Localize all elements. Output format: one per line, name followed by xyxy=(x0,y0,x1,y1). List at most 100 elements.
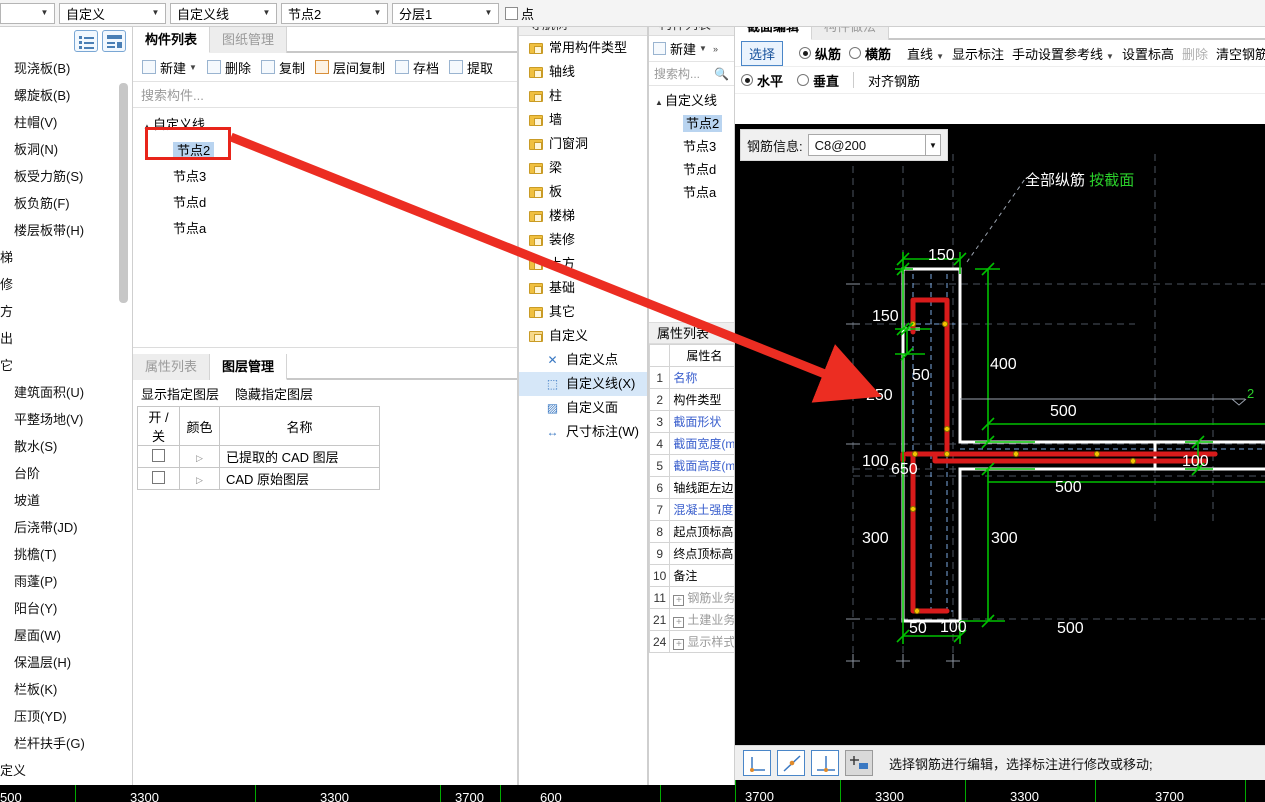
tree-item-node2[interactable]: 节点2 xyxy=(133,138,517,164)
chevron-down-icon[interactable]: ▼ xyxy=(936,52,944,61)
sidebar-item-6[interactable]: 楼层板带(H) xyxy=(0,217,132,244)
sidebar-item-4[interactable]: 板受力筋(S) xyxy=(0,163,132,190)
new-button[interactable]: 新建 ▼ xyxy=(139,56,200,79)
nav-item-10[interactable]: 基础 xyxy=(519,276,647,300)
nav-item-14[interactable]: ⬚ 自定义线(X) xyxy=(519,372,647,396)
search-component-input[interactable]: 搜索构件... xyxy=(133,82,517,108)
dimension-label[interactable]: 400 xyxy=(990,356,1017,374)
tab-layer-management[interactable]: 图层管理 xyxy=(210,354,288,380)
property-row[interactable]: 9 终点顶标高 xyxy=(649,542,734,565)
sidebar-item-24[interactable]: 压顶(YD) xyxy=(0,703,132,730)
copy-between-layers-button[interactable]: 层间复制 xyxy=(312,56,388,79)
property-row[interactable]: 10 备注 xyxy=(649,564,734,587)
sidebar-item-23[interactable]: 栏板(K) xyxy=(0,676,132,703)
property-row[interactable]: 1 名称 xyxy=(649,366,734,389)
property-row[interactable]: 21 + 土建业务 xyxy=(649,608,734,631)
rebar-info-input[interactable]: C8@200 xyxy=(807,134,926,156)
nav-item-6[interactable]: 板 xyxy=(519,180,647,204)
chevron-down-icon[interactable]: ▲ xyxy=(655,91,665,114)
cl-tree-item-nodea[interactable]: 节点a xyxy=(649,181,734,204)
nav-item-1[interactable]: 轴线 xyxy=(519,60,647,84)
sidebar-item-8[interactable]: 修 xyxy=(0,271,132,298)
chevron-down-icon[interactable]: ▲ xyxy=(143,114,153,140)
tab-property-list[interactable]: 属性列表 xyxy=(133,354,211,380)
radio-vertical[interactable]: 垂直 xyxy=(797,71,839,90)
nav-item-7[interactable]: 楼梯 xyxy=(519,204,647,228)
property-row[interactable]: 11 + 钢筋业务 xyxy=(649,586,734,609)
search-icon[interactable]: 🔍 xyxy=(714,67,729,81)
sidebar-item-1[interactable]: 螺旋板(B) xyxy=(0,82,132,109)
sidebar-item-7[interactable]: 梯 xyxy=(0,244,132,271)
chevron-down-icon[interactable]: ▼ xyxy=(699,44,707,53)
sidebar-item-10[interactable]: 出 xyxy=(0,325,132,352)
manual-reference-line-button[interactable]: 手动设置参考线 ▼ xyxy=(1012,44,1114,63)
add-point-icon[interactable] xyxy=(845,750,873,776)
property-row[interactable]: 8 起点顶标高 xyxy=(649,520,734,543)
dimension-label[interactable]: 150 xyxy=(872,308,899,326)
nav-item-16[interactable]: ↔ 尺寸标注(W) xyxy=(519,420,647,444)
sidebar-item-17[interactable]: 后浇带(JD) xyxy=(0,514,132,541)
tab-component-list[interactable]: 构件列表 xyxy=(133,27,211,53)
sidebar-item-22[interactable]: 保温层(H) xyxy=(0,649,132,676)
tree-root-custom-line[interactable]: ▲ 自定义线 xyxy=(133,112,517,138)
nav-item-13[interactable]: ✕ 自定义点 xyxy=(519,348,647,372)
sidebar-item-14[interactable]: 散水(S) xyxy=(0,433,132,460)
chevron-right-icon[interactable]: ▷ xyxy=(196,453,203,463)
nav-item-9[interactable]: 土方 xyxy=(519,252,647,276)
cl-tree-item-node3[interactable]: 节点3 xyxy=(649,135,734,158)
property-row[interactable]: 5 截面高度(m xyxy=(649,454,734,477)
list-view-button[interactable] xyxy=(74,30,98,52)
line-tool-button[interactable]: 直线 ▼ xyxy=(907,44,944,63)
sidebar-item-18[interactable]: 挑檐(T) xyxy=(0,541,132,568)
extract-button[interactable]: 提取 xyxy=(446,56,496,79)
chevron-right-icon[interactable]: ▷ xyxy=(196,475,203,485)
tree-item-noded[interactable]: 节点d xyxy=(133,190,517,216)
align-rebar-button[interactable]: 对齐钢筋 xyxy=(868,71,920,90)
tree-item-node3[interactable]: 节点3 xyxy=(133,164,517,190)
nav-item-15[interactable]: ▨ 自定义面 xyxy=(519,396,647,420)
nav-item-8[interactable]: 装修 xyxy=(519,228,647,252)
tab-drawing-management[interactable]: 图纸管理 xyxy=(210,27,288,53)
archive-button[interactable]: 存档 xyxy=(392,56,442,79)
sidebar-item-0[interactable]: 现浇板(B) xyxy=(0,55,132,82)
chevron-down-icon[interactable]: ▼ xyxy=(926,134,941,156)
copy-button[interactable]: 复制 xyxy=(258,56,308,79)
chevron-down-icon[interactable]: ▼ xyxy=(189,63,197,72)
dimension-label[interactable]: 300 xyxy=(862,530,889,548)
hide-specified-layer-button[interactable]: 隐藏指定图层 xyxy=(235,384,313,403)
tree-item-nodea[interactable]: 节点a xyxy=(133,216,517,242)
sidebar-item-9[interactable]: 方 xyxy=(0,298,132,325)
nav-item-12[interactable]: 自定义 xyxy=(519,324,647,348)
nav-item-11[interactable]: 其它 xyxy=(519,300,647,324)
section-canvas[interactable]: 钢筋信息: C8@200 ▼ 全部纵筋 按截面 150 150 50 250 400 50… xyxy=(735,124,1265,759)
dimension-label[interactable]: 50 xyxy=(912,367,930,385)
sidebar-scrollbar[interactable] xyxy=(119,83,128,303)
component-select[interactable]: 节点2 ▼ xyxy=(281,2,388,24)
expand-icon[interactable]: + xyxy=(673,617,685,628)
new-button-label[interactable]: 新建 xyxy=(670,39,696,58)
more-icon[interactable]: » xyxy=(713,44,718,54)
component-type-select[interactable]: 自定义线 ▼ xyxy=(170,2,277,24)
sidebar-item-2[interactable]: 柱帽(V) xyxy=(0,109,132,136)
radio-horizontal[interactable]: 水平 xyxy=(741,71,783,90)
dimension-label[interactable]: 50 xyxy=(909,620,927,638)
dimension-label[interactable]: 500 xyxy=(1050,403,1077,421)
sidebar-item-16[interactable]: 坡道 xyxy=(0,487,132,514)
layer-checkbox[interactable] xyxy=(152,470,165,484)
layer-select-empty[interactable]: ▼ xyxy=(0,2,55,24)
chevron-down-icon[interactable]: ▼ xyxy=(1106,52,1114,61)
sidebar-item-20[interactable]: 阳台(Y) xyxy=(0,595,132,622)
sidebar-item-3[interactable]: 板洞(N) xyxy=(0,136,132,163)
property-row[interactable]: 24 + 显示样式 xyxy=(649,630,734,653)
radio-longitudinal-rebar[interactable]: 纵筋 xyxy=(799,44,841,63)
sidebar-item-5[interactable]: 板负筋(F) xyxy=(0,190,132,217)
layer-checkbox[interactable] xyxy=(152,448,165,462)
property-row[interactable]: 6 轴线距左边 xyxy=(649,476,734,499)
show-specified-layer-button[interactable]: 显示指定图层 xyxy=(141,384,219,403)
category-select[interactable]: 自定义 ▼ xyxy=(59,2,166,24)
sidebar-item-11[interactable]: 它 xyxy=(0,352,132,379)
sidebar-item-26[interactable]: 定义 xyxy=(0,757,132,784)
layer-color-cell[interactable]: ▷ xyxy=(179,445,220,468)
detail-view-button[interactable] xyxy=(102,30,126,52)
dimension-label[interactable]: 250 xyxy=(866,387,893,405)
